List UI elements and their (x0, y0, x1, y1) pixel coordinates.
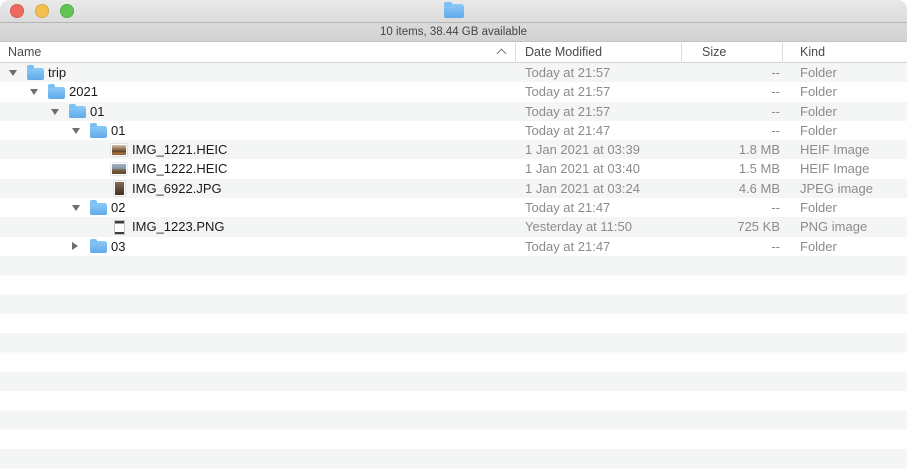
disclosure-triangle-icon[interactable] (30, 89, 38, 95)
column-header-size[interactable]: Size (702, 42, 726, 62)
table-row[interactable]: IMG_1223.PNG Yesterday at 11:50 725 KB PNG … (0, 217, 907, 236)
file-thumbnail-icon (110, 217, 128, 236)
file-size: -- (681, 102, 780, 121)
file-name: 01 (111, 121, 125, 140)
date-modified: Today at 21:57 (525, 102, 610, 121)
titlebar[interactable] (0, 0, 907, 23)
file-size: -- (681, 237, 780, 256)
file-kind: Folder (800, 121, 837, 140)
file-kind: Folder (800, 198, 837, 217)
finder-window: 10 items, 38.44 GB available Name Date M… (0, 0, 907, 470)
column-header-kind[interactable]: Kind (800, 42, 825, 62)
folder-icon (26, 63, 44, 82)
file-size: 4.6 MB (681, 179, 780, 198)
column-headers: Name Date Modified Size Kind (0, 42, 907, 63)
file-size: -- (681, 121, 780, 140)
folder-icon (68, 102, 86, 121)
date-modified: 1 Jan 2021 at 03:40 (525, 159, 640, 178)
zoom-button[interactable] (60, 4, 74, 18)
folder-icon (89, 121, 107, 140)
file-name: 02 (111, 198, 125, 217)
file-name: IMG_1221.HEIC (132, 140, 227, 159)
table-row[interactable]: trip Today at 21:57 -- Folder (0, 63, 907, 82)
close-button[interactable] (10, 4, 24, 18)
disclosure-triangle-icon[interactable] (72, 128, 80, 134)
date-modified: 1 Jan 2021 at 03:39 (525, 140, 640, 159)
file-size: -- (681, 63, 780, 82)
file-list: trip Today at 21:57 -- Folder 2021 Today at 2… (0, 63, 907, 256)
table-row[interactable]: 02 Today at 21:47 -- Folder (0, 198, 907, 217)
table-row[interactable]: IMG_1222.HEIC 1 Jan 2021 at 03:40 1.5 MB HE… (0, 159, 907, 178)
disclosure-triangle-icon[interactable] (72, 242, 78, 250)
date-modified: 1 Jan 2021 at 03:24 (525, 179, 640, 198)
disclosure-triangle-icon[interactable] (51, 109, 59, 115)
table-row[interactable]: 2021 Today at 21:57 -- Folder (0, 82, 907, 101)
date-modified: Today at 21:47 (525, 237, 610, 256)
file-size: -- (681, 198, 780, 217)
minimize-button[interactable] (35, 4, 49, 18)
file-size: 1.8 MB (681, 140, 780, 159)
file-name: trip (48, 63, 66, 82)
column-header-name[interactable]: Name (8, 42, 41, 62)
file-thumbnail-icon (110, 140, 128, 159)
file-kind: Folder (800, 237, 837, 256)
status-text: 10 items, 38.44 GB available (380, 26, 527, 38)
file-size: 1.5 MB (681, 159, 780, 178)
file-kind: Folder (800, 102, 837, 121)
folder-icon (444, 4, 464, 18)
sort-ascending-icon (497, 49, 507, 59)
file-kind: HEIF Image (800, 159, 869, 178)
file-kind: Folder (800, 63, 837, 82)
disclosure-triangle-icon[interactable] (9, 70, 17, 76)
table-row[interactable]: 01 Today at 21:57 -- Folder (0, 102, 907, 121)
file-name: IMG_6922.JPG (132, 179, 222, 198)
table-row[interactable]: 01 Today at 21:47 -- Folder (0, 121, 907, 140)
date-modified: Today at 21:47 (525, 121, 610, 140)
folder-icon (89, 237, 107, 256)
table-row[interactable]: 03 Today at 21:47 -- Folder (0, 237, 907, 256)
column-divider[interactable] (515, 43, 516, 61)
file-size: -- (681, 82, 780, 101)
disclosure-triangle-icon[interactable] (72, 205, 80, 211)
date-modified: Yesterday at 11:50 (525, 217, 632, 236)
file-name: IMG_1223.PNG (132, 217, 225, 236)
status-bar: 10 items, 38.44 GB available (0, 23, 907, 42)
file-size: 725 KB (681, 217, 780, 236)
file-name: IMG_1222.HEIC (132, 159, 227, 178)
file-name: 03 (111, 237, 125, 256)
file-name: 01 (90, 102, 104, 121)
column-divider[interactable] (681, 43, 682, 61)
file-kind: HEIF Image (800, 140, 869, 159)
file-kind: PNG image (800, 217, 867, 236)
date-modified: Today at 21:57 (525, 82, 610, 101)
folder-icon (47, 82, 65, 101)
empty-rows-area (0, 256, 907, 470)
date-modified: Today at 21:47 (525, 198, 610, 217)
file-name: 2021 (69, 82, 98, 101)
column-divider[interactable] (782, 43, 783, 61)
file-kind: Folder (800, 82, 837, 101)
table-row[interactable]: IMG_1221.HEIC 1 Jan 2021 at 03:39 1.8 MB HE… (0, 140, 907, 159)
file-thumbnail-icon (110, 159, 128, 178)
table-row[interactable]: IMG_6922.JPG 1 Jan 2021 at 03:24 4.6 MB JPE… (0, 179, 907, 198)
date-modified: Today at 21:57 (525, 63, 610, 82)
column-header-date-modified[interactable]: Date Modified (525, 42, 602, 62)
file-kind: JPEG image (800, 179, 873, 198)
file-thumbnail-icon (110, 179, 128, 198)
folder-icon (89, 198, 107, 217)
